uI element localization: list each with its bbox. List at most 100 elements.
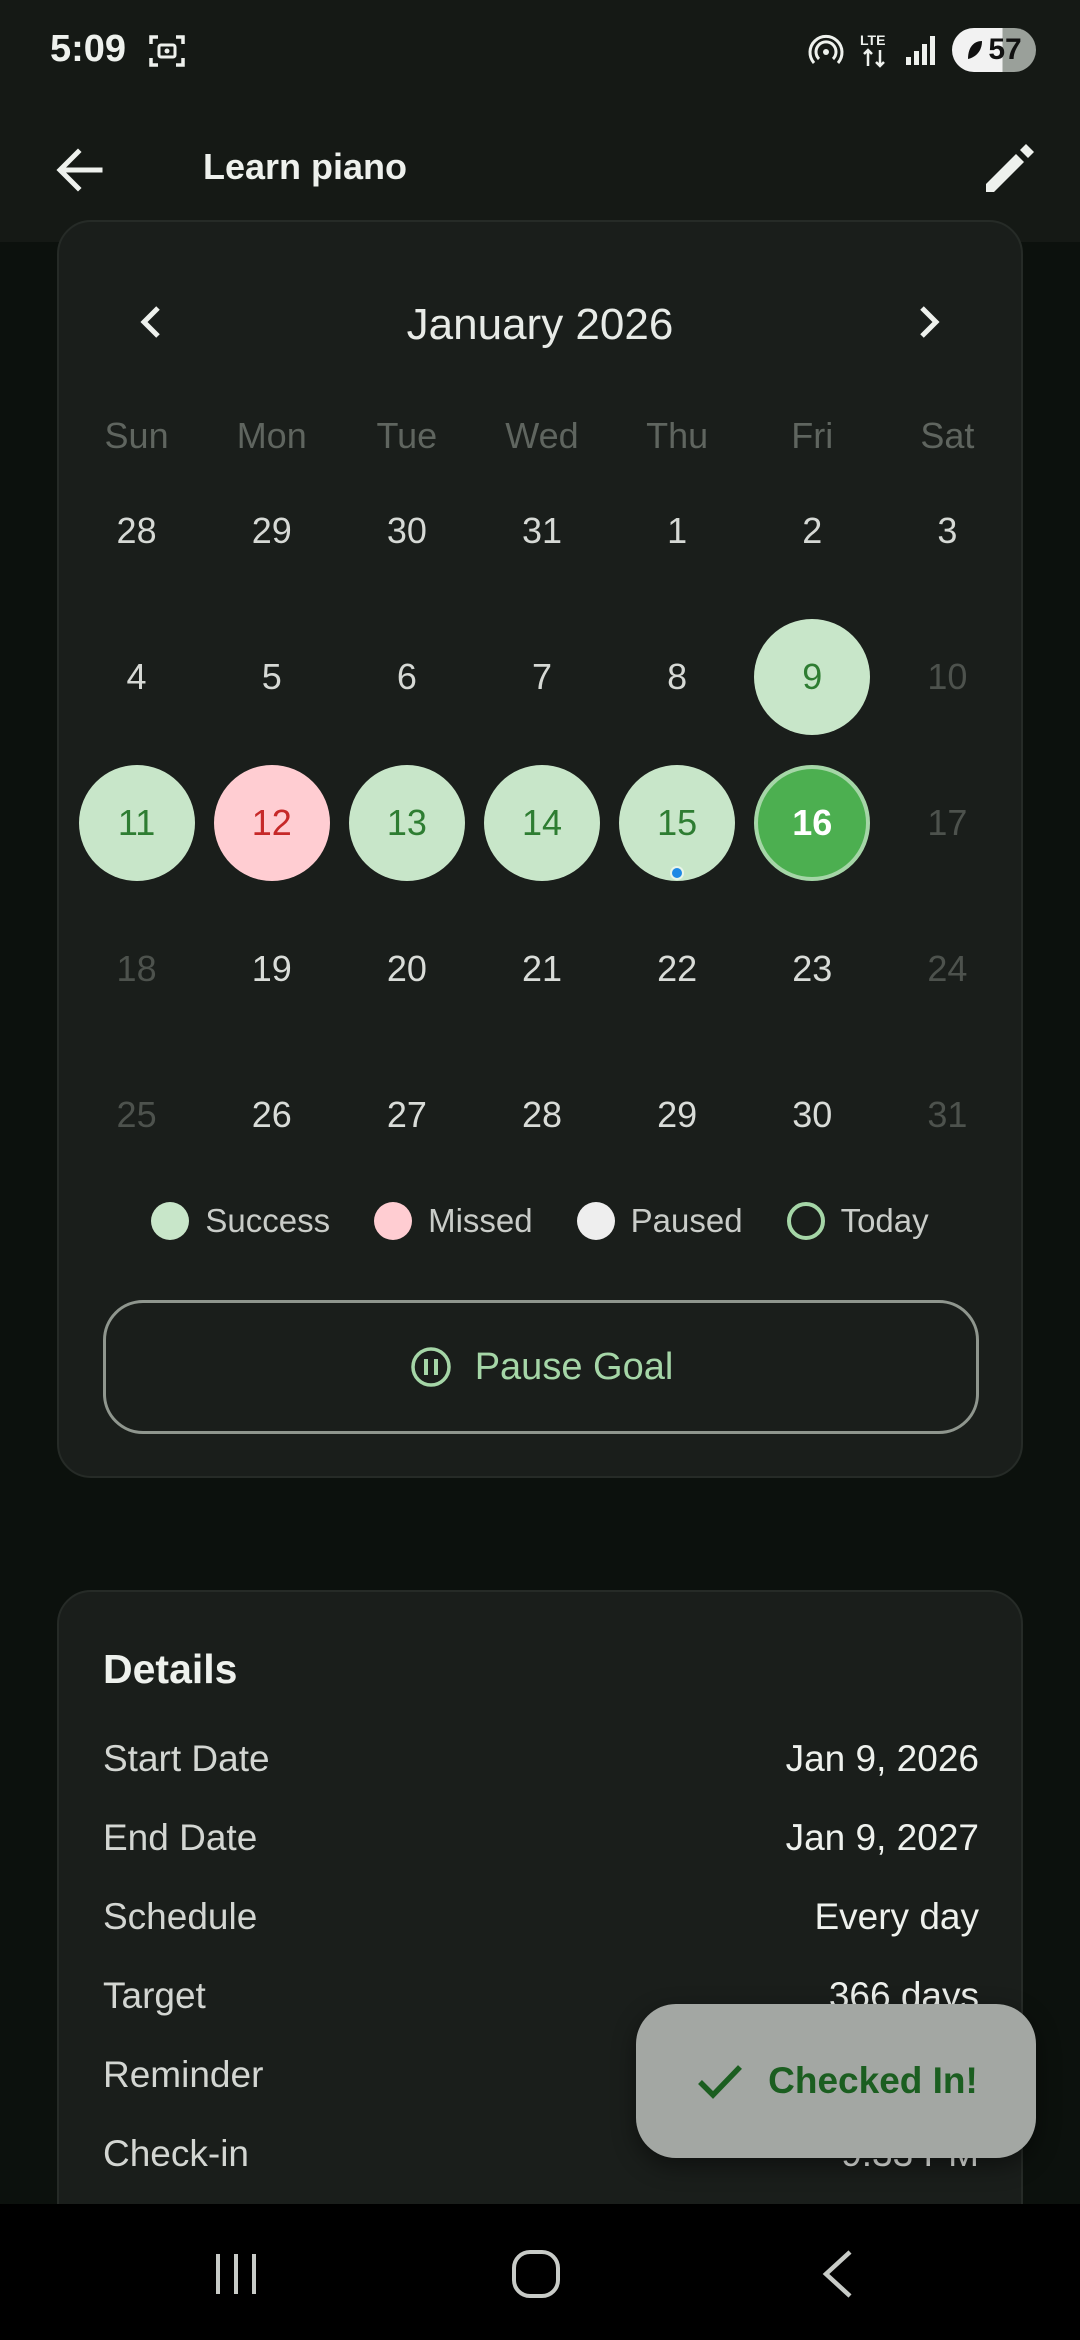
- calendar-day[interactable]: 17: [880, 750, 1015, 896]
- calendar-day[interactable]: 8: [610, 604, 745, 750]
- calendar-day[interactable]: 7: [474, 604, 609, 750]
- day-number: 6: [396, 656, 417, 697]
- calendar-day[interactable]: 12: [204, 750, 339, 896]
- calendar-day[interactable]: 27: [339, 1042, 474, 1188]
- calendar-day[interactable]: 14: [474, 750, 609, 896]
- recent-apps-button[interactable]: [212, 2252, 260, 2296]
- pause-goal-label: Pause Goal: [474, 1345, 674, 1388]
- page-title: Learn piano: [203, 146, 408, 187]
- leaf-icon: [968, 41, 983, 59]
- legend-today-swatch: [786, 1202, 825, 1240]
- pause-goal-button[interactable]: Pause Goal: [103, 1300, 979, 1434]
- next-month-button[interactable]: [897, 290, 961, 354]
- start-date-label: Start Date: [103, 1738, 270, 1779]
- calendar-day[interactable]: 31: [880, 1042, 1015, 1188]
- calendar-day[interactable]: 21: [474, 896, 609, 1042]
- end-date-value: Jan 9, 2027: [785, 1817, 979, 1858]
- day-number: 30: [792, 1094, 833, 1135]
- calendar-day[interactable]: 4: [69, 604, 204, 750]
- weekday-label: Sat: [920, 415, 975, 456]
- start-date-value: Jan 9, 2026: [785, 1738, 979, 1779]
- legend-today-label: Today: [840, 1202, 929, 1239]
- day-number: 11: [117, 802, 156, 843]
- calendar-day[interactable]: 23: [745, 896, 880, 1042]
- day-number: 20: [386, 948, 427, 989]
- day-number: 3: [937, 510, 958, 551]
- reminder-label: Reminder: [103, 2054, 264, 2095]
- status-time: 5:09: [50, 28, 127, 70]
- arrow-back-icon: [56, 148, 103, 192]
- detail-row-end-date: End Date Jan 9, 2027: [103, 1817, 979, 1859]
- day-number: 14: [521, 802, 563, 843]
- calendar-day[interactable]: 29: [610, 1042, 745, 1188]
- edit-button[interactable]: [974, 132, 1046, 204]
- screenshot-icon: [149, 35, 185, 67]
- home-button[interactable]: [510, 2248, 562, 2300]
- calendar-day[interactable]: 25: [69, 1042, 204, 1188]
- day-number: 31: [927, 1094, 968, 1135]
- calendar-day[interactable]: 6: [339, 604, 474, 750]
- calendar-day[interactable]: 18: [69, 896, 204, 1042]
- calendar-card: January 2026 Sun Mon Tue Wed Thu Fri Sat 28 29 3…: [57, 220, 1023, 1478]
- day-number: 29: [657, 1094, 698, 1135]
- day-number: 26: [251, 1094, 292, 1135]
- day-number: 2: [802, 510, 823, 551]
- day-number: 22: [657, 948, 698, 989]
- calendar-day[interactable]: 2: [745, 458, 880, 604]
- day-number: 18: [116, 948, 157, 989]
- battery-indicator: 57: [952, 28, 1036, 72]
- chevron-right-icon: [920, 306, 940, 338]
- weekday-label: Fri: [791, 415, 834, 456]
- calendar-day[interactable]: 31: [474, 458, 609, 604]
- legend-missed-label: Missed: [428, 1202, 533, 1239]
- day-number: 29: [251, 510, 292, 551]
- day-number: 25: [116, 1094, 157, 1135]
- pencil-icon: [986, 144, 1034, 192]
- calendar-day[interactable]: 11: [69, 750, 204, 896]
- day-number: 16: [792, 802, 833, 843]
- calendar-day[interactable]: 15: [610, 750, 745, 896]
- day-number: 15: [657, 802, 698, 843]
- calendar-day[interactable]: 24: [880, 896, 1015, 1042]
- calendar-day[interactable]: 20: [339, 896, 474, 1042]
- calendar-day[interactable]: 13: [339, 750, 474, 896]
- details-title: Details: [103, 1646, 238, 1692]
- calendar-day[interactable]: 1: [610, 458, 745, 604]
- day-number: 27: [386, 1094, 427, 1135]
- day-number: 17: [927, 802, 968, 843]
- day-number: 13: [386, 802, 427, 843]
- calendar-day[interactable]: 5: [204, 604, 339, 750]
- legend-paused: Paused: [576, 1202, 743, 1240]
- calendar-header: January 2026: [59, 282, 1021, 362]
- snackbar-message: Checked In!: [768, 2060, 978, 2101]
- calendar-day[interactable]: 3: [880, 458, 1015, 604]
- back-button[interactable]: [48, 138, 112, 202]
- checked-in-snackbar: Checked In!: [636, 2004, 1036, 2158]
- schedule-value: Every day: [814, 1896, 979, 1937]
- target-label: Target: [103, 1975, 206, 2016]
- calendar-legend: Success Missed Paused Today: [59, 1202, 1021, 1240]
- day-number: 9: [802, 656, 823, 697]
- system-back-button[interactable]: [818, 2248, 858, 2300]
- month-title: January 2026: [406, 300, 674, 349]
- legend-missed-swatch: [374, 1202, 413, 1240]
- calendar-day[interactable]: 30: [339, 458, 474, 604]
- day-number: 30: [386, 510, 427, 551]
- pause-circle-icon: [410, 1347, 451, 1387]
- calendar-day[interactable]: 29: [204, 458, 339, 604]
- legend-today: Today: [786, 1202, 929, 1240]
- status-icons: LTE 57: [808, 28, 1036, 72]
- weekday-label: Wed: [505, 415, 579, 456]
- calendar-day[interactable]: 19: [204, 896, 339, 1042]
- calendar-day[interactable]: 28: [69, 458, 204, 604]
- day-number: 10: [927, 656, 968, 697]
- calendar-day[interactable]: 10: [880, 604, 1015, 750]
- calendar-day[interactable]: 30: [745, 1042, 880, 1188]
- legend-paused-label: Paused: [630, 1202, 743, 1239]
- calendar-day[interactable]: 9: [745, 604, 880, 750]
- calendar-day[interactable]: 16: [745, 750, 880, 896]
- calendar-day[interactable]: 28: [474, 1042, 609, 1188]
- check-icon: [698, 2065, 743, 2099]
- calendar-day[interactable]: 22: [610, 896, 745, 1042]
- calendar-day[interactable]: 26: [204, 1042, 339, 1188]
